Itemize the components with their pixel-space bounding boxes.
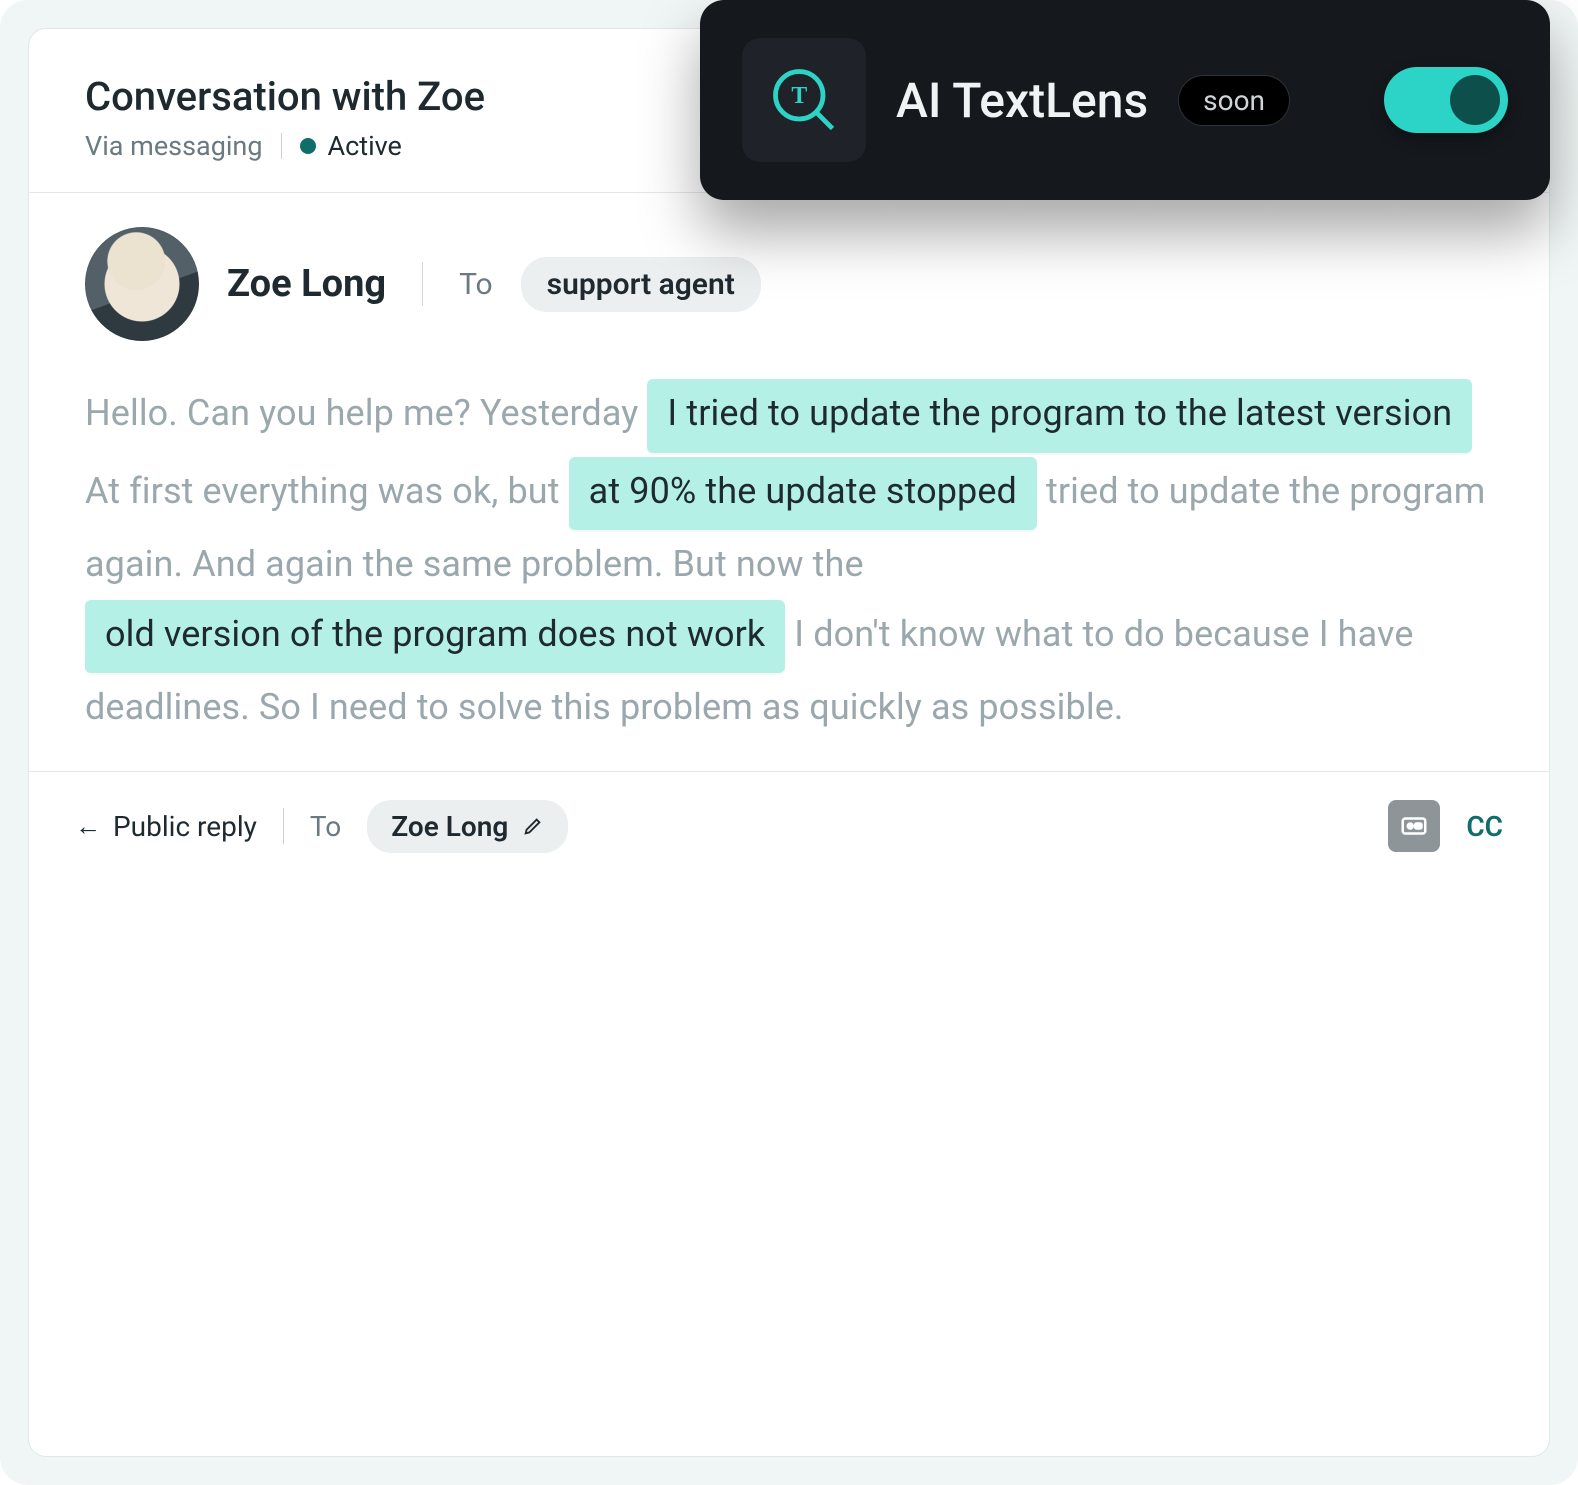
reply-recipient-name: Zoe Long bbox=[391, 810, 508, 843]
ai-toggle[interactable] bbox=[1384, 67, 1508, 133]
toggle-panel-button[interactable] bbox=[1388, 800, 1440, 852]
ai-soon-badge: soon bbox=[1178, 75, 1290, 126]
recipient-chip[interactable]: support agent bbox=[521, 257, 761, 312]
message-text: Hello. Can you help me? Yesterday I trie… bbox=[85, 377, 1493, 741]
to-label: To bbox=[459, 267, 493, 302]
reply-mode-label: Public reply bbox=[113, 810, 257, 843]
via-label: Via messaging bbox=[85, 130, 263, 162]
conversation-body: Zoe Long To support agent Hello. Can you… bbox=[29, 193, 1549, 772]
reply-bar: ← Public reply To Zoe Long bbox=[29, 772, 1549, 881]
divider bbox=[283, 808, 284, 844]
status-badge: Active bbox=[300, 130, 402, 162]
app-frame: Conversation with Zoe Via messaging Acti… bbox=[0, 0, 1578, 1485]
cc-button[interactable]: CC bbox=[1466, 810, 1503, 843]
highlight-span: at 90% the update stopped bbox=[569, 457, 1037, 531]
status-dot-icon bbox=[300, 138, 316, 154]
conversation-card: Conversation with Zoe Via messaging Acti… bbox=[28, 28, 1550, 1457]
ai-textlens-icon: T bbox=[742, 38, 866, 162]
ai-panel-title: AI TextLens bbox=[896, 72, 1148, 129]
toggle-knob bbox=[1450, 75, 1500, 125]
avatar bbox=[85, 227, 199, 341]
reply-recipient-chip[interactable]: Zoe Long bbox=[367, 800, 568, 853]
svg-text:T: T bbox=[791, 83, 807, 109]
highlight-span: I tried to update the program to the lat… bbox=[647, 379, 1472, 453]
arrow-left-icon: ← bbox=[75, 811, 101, 842]
highlight-span: old version of the program does not work bbox=[85, 600, 785, 674]
conversation-title: Conversation with Zoe bbox=[85, 73, 485, 120]
author-name: Zoe Long bbox=[227, 262, 386, 306]
edit-icon bbox=[522, 815, 544, 837]
ai-textlens-panel: T AI TextLens soon bbox=[700, 0, 1550, 200]
status-text: Active bbox=[328, 130, 402, 162]
divider bbox=[281, 133, 282, 159]
author-row: Zoe Long To support agent bbox=[85, 227, 1493, 341]
divider bbox=[422, 262, 423, 306]
reply-mode-button[interactable]: ← Public reply bbox=[75, 810, 257, 843]
reply-to-label: To bbox=[310, 810, 341, 843]
